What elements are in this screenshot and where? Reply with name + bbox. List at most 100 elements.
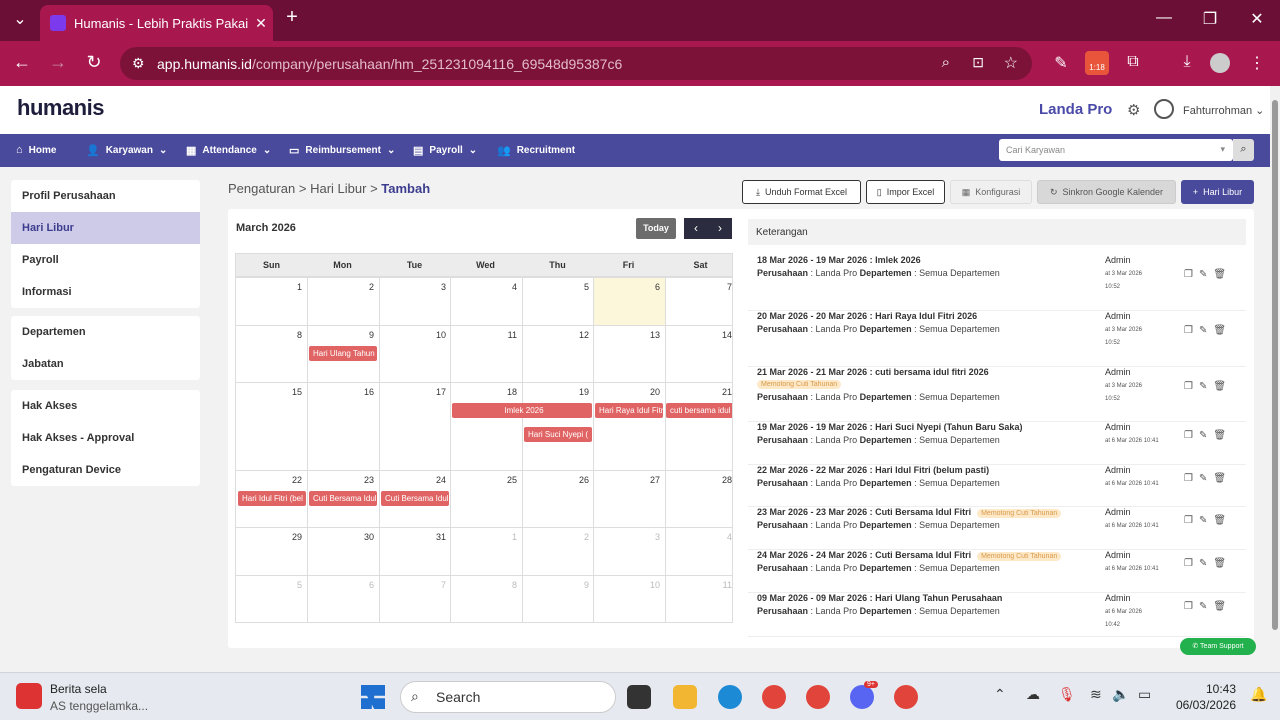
calendar-day-cell[interactable]: 2: [522, 528, 593, 575]
reload-icon[interactable]: ↻: [82, 52, 106, 73]
chrome-icon[interactable]: [894, 685, 918, 709]
edit-icon[interactable]: ✎: [1199, 430, 1213, 441]
nav-home[interactable]: ⌂ Home: [16, 144, 56, 156]
close-window-icon[interactable]: ✕: [1245, 9, 1269, 29]
windows-start-icon[interactable]: [361, 685, 385, 709]
trash-icon[interactable]: 🗑: [1213, 430, 1232, 441]
nav-recruitment[interactable]: 👥 Recruitment: [497, 144, 575, 157]
close-tab-icon[interactable]: ✕: [249, 15, 273, 32]
calendar-event[interactable]: Imlek 2026: [452, 403, 592, 418]
user-menu[interactable]: Fahturrohman ⌄: [1183, 104, 1264, 117]
copy-icon[interactable]: ❐: [1184, 269, 1199, 280]
edit-icon[interactable]: ✎: [1199, 558, 1213, 569]
next-month-button[interactable]: ›: [708, 218, 732, 239]
scrollbar-thumb[interactable]: [1272, 100, 1278, 630]
show-hidden-icons-icon[interactable]: ⌃: [994, 686, 1006, 703]
calendar-day-cell[interactable]: 21: [665, 383, 732, 470]
calendar-day-cell[interactable]: 28: [665, 471, 732, 527]
copy-icon[interactable]: ❐: [1184, 381, 1199, 392]
sidebar-item-hak-akses[interactable]: Hak Akses: [11, 390, 200, 422]
calendar-day-cell[interactable]: 3: [593, 528, 665, 575]
calendar-day-cell[interactable]: 4: [665, 528, 732, 575]
trash-icon[interactable]: 🗑: [1213, 381, 1232, 392]
calendar-event[interactable]: Hari Idul Fitri (bel: [238, 491, 306, 506]
calendar-day-cell[interactable]: 1: [236, 278, 307, 325]
calendar-day-cell[interactable]: 6: [593, 278, 665, 325]
edge-icon[interactable]: [718, 685, 742, 709]
calendar-event[interactable]: cuti bersama idul fitri: [666, 403, 732, 418]
calendar-day-cell[interactable]: 27: [593, 471, 665, 527]
calendar-day-cell[interactable]: 10: [379, 326, 450, 382]
copy-icon[interactable]: ❐: [1184, 473, 1199, 484]
import-excel-button[interactable]: ▯ Impor Excel: [866, 180, 945, 204]
calendar-day-cell[interactable]: 5: [522, 278, 593, 325]
breadcrumb-pengaturan[interactable]: Pengaturan: [228, 181, 295, 196]
nav-payroll[interactable]: ▤ Payroll ⌄: [413, 144, 477, 157]
discord-icon[interactable]: [850, 685, 874, 709]
calendar-day-cell[interactable]: 12: [522, 326, 593, 382]
settings-gear-icon[interactable]: ⚙: [1127, 101, 1140, 119]
edit-icon[interactable]: ✎: [1199, 381, 1213, 392]
sidebar-item-profil[interactable]: Profil Perusahaan: [11, 180, 200, 212]
search-button[interactable]: ⌕: [1233, 139, 1254, 161]
onedrive-icon[interactable]: ☁: [1026, 686, 1040, 703]
edit-icon[interactable]: ✎: [1199, 269, 1213, 280]
edit-icon[interactable]: ✎: [1199, 473, 1213, 484]
zoom-icon[interactable]: ⌕: [942, 54, 950, 71]
calendar-event[interactable]: Cuti Bersama Idul: [309, 491, 377, 506]
calendar-event[interactable]: Hari Suci Nyepi (: [524, 427, 592, 442]
microphone-icon[interactable]: 🎙: [1058, 686, 1076, 703]
sidebar-item-hak-akses-approval[interactable]: Hak Akses - Approval: [11, 422, 200, 454]
calendar-day-cell[interactable]: 18: [450, 383, 522, 470]
copy-icon[interactable]: ❐: [1184, 601, 1199, 612]
calendar-day-cell[interactable]: 11: [450, 326, 522, 382]
calendar-event[interactable]: Cuti Bersama Idul: [381, 491, 449, 506]
nav-attendance[interactable]: ▦ Attendance ⌄: [186, 144, 271, 157]
calendar-day-cell[interactable]: 26: [522, 471, 593, 527]
calendar-day-cell[interactable]: 5: [236, 576, 307, 622]
sidebar-item-pengaturan-device[interactable]: Pengaturan Device: [11, 454, 200, 486]
calendar-day-cell[interactable]: 13: [593, 326, 665, 382]
task-view-icon[interactable]: [627, 685, 651, 709]
edit-icon[interactable]: ✎: [1199, 515, 1213, 526]
calendar-event[interactable]: Hari Ulang Tahun: [309, 346, 377, 361]
calendar-day-cell[interactable]: 29: [236, 528, 307, 575]
calendar-day-cell[interactable]: 16: [307, 383, 379, 470]
copy-icon[interactable]: ❐: [1184, 515, 1199, 526]
calendar-day-cell[interactable]: 3: [379, 278, 450, 325]
calendar-day-cell[interactable]: 10: [593, 576, 665, 622]
url-field[interactable]: ⚙ app.humanis.id/company/perusahaan/hm_2…: [120, 47, 1032, 80]
calendar-day-cell[interactable]: 7: [379, 576, 450, 622]
clock[interactable]: 10:43 06/03/2026: [1170, 681, 1236, 713]
chrome-icon[interactable]: [806, 685, 830, 709]
calendar-day-cell[interactable]: 1: [450, 528, 522, 575]
sidebar-item-payroll[interactable]: Payroll: [11, 244, 200, 276]
download-icon[interactable]: ⤓: [1175, 53, 1199, 71]
sidebar-item-hari-libur[interactable]: Hari Libur: [11, 212, 200, 244]
news-widget-icon[interactable]: [16, 683, 42, 709]
nav-reimbursement[interactable]: ▭ Reimbursement ⌄: [289, 144, 395, 157]
sidebar-item-informasi[interactable]: Informasi: [11, 276, 200, 308]
extensions-puzzle-icon[interactable]: ⧉: [1121, 53, 1145, 71]
calendar-day-cell[interactable]: 17: [379, 383, 450, 470]
configuration-button[interactable]: ▦ Konfigurasi: [950, 180, 1032, 204]
calendar-day-cell[interactable]: 2: [307, 278, 379, 325]
calendar-event[interactable]: Hari Raya Idul Fitri: [595, 403, 663, 418]
trash-icon[interactable]: 🗑: [1213, 558, 1232, 569]
extension-timer-icon[interactable]: 1:18: [1085, 51, 1109, 75]
edit-icon[interactable]: ✎: [1199, 601, 1213, 612]
calendar-day-cell[interactable]: 31: [379, 528, 450, 575]
news-widget[interactable]: Berita sela AS tenggelamka...: [50, 681, 148, 715]
battery-icon[interactable]: ▭: [1138, 686, 1151, 703]
calendar-day-cell[interactable]: 9: [522, 576, 593, 622]
copy-icon[interactable]: ❐: [1184, 558, 1199, 569]
site-info-icon[interactable]: ⚙: [132, 55, 145, 72]
calendar-day-cell[interactable]: 6: [307, 576, 379, 622]
copy-icon[interactable]: ❐: [1184, 430, 1199, 441]
calendar-day-cell[interactable]: 20: [593, 383, 665, 470]
calendar-day-cell[interactable]: 8: [236, 326, 307, 382]
team-support-button[interactable]: ✆ Team Support: [1180, 638, 1256, 655]
calendar-day-cell[interactable]: 7: [665, 278, 732, 325]
humanis-logo[interactable]: humanis: [17, 95, 104, 121]
trash-icon[interactable]: 🗑: [1213, 515, 1232, 526]
